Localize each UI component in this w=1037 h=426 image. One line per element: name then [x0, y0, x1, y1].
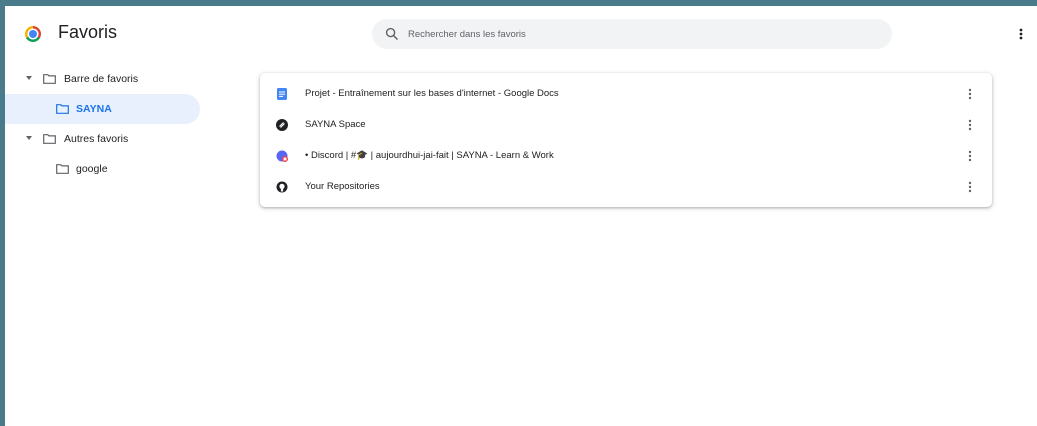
page-title: Favoris — [58, 22, 118, 42]
folder-icon — [56, 164, 69, 174]
more-actions-icon[interactable] — [964, 118, 976, 132]
bookmark-list: Projet - Entraînement sur les bases d'in… — [260, 73, 992, 207]
more-options-icon[interactable] — [1015, 24, 1027, 44]
folder-icon — [56, 104, 69, 114]
bookmark-title: SAYNA Space — [305, 119, 366, 130]
bookmark-row[interactable]: Projet - Entraînement sur les bases d'in… — [260, 79, 992, 109]
bookmark-title: Your Repositories — [305, 181, 380, 192]
folder-tree: Barre de favoris SAYNA Autres favoris go… — [5, 64, 205, 184]
expand-arrow-icon[interactable] — [26, 136, 32, 140]
sidebar-item-label: Autres favoris — [64, 133, 129, 145]
bookmark-title: Projet - Entraînement sur les bases d'in… — [305, 88, 559, 99]
app-header: Favoris — [5, 6, 1037, 62]
search-input[interactable] — [408, 19, 868, 49]
google-docs-icon — [277, 88, 287, 100]
bookmark-row[interactable]: • Discord | #🎓 | aujourdhui-jai-fait | S… — [260, 141, 992, 171]
sidebar-item-autres-favoris[interactable]: Autres favoris — [5, 124, 205, 154]
more-actions-icon[interactable] — [964, 87, 976, 101]
bookmark-title: • Discord | #🎓 | aujourdhui-jai-fait | S… — [305, 150, 554, 161]
sidebar-item-barre-de-favoris[interactable]: Barre de favoris — [5, 64, 205, 94]
folder-icon — [43, 134, 56, 144]
more-actions-icon[interactable] — [964, 180, 976, 194]
bookmark-row[interactable]: SAYNA Space — [260, 110, 992, 140]
github-icon — [276, 181, 288, 193]
search-box[interactable] — [372, 19, 892, 49]
sidebar-item-label: SAYNA — [76, 103, 112, 115]
discord-icon — [276, 150, 288, 162]
sidebar-item-sayna[interactable]: SAYNA — [5, 94, 200, 124]
sidebar-item-label: google — [76, 163, 108, 175]
search-icon — [385, 27, 399, 41]
bookmarks-manager-window: Favoris Barre de favoris SAYNA — [5, 6, 1037, 426]
chrome-logo-icon — [25, 26, 41, 42]
bookmark-row[interactable]: Your Repositories — [260, 172, 992, 202]
expand-arrow-icon[interactable] — [26, 76, 32, 80]
sayna-space-icon — [276, 119, 288, 131]
sidebar-item-google[interactable]: google — [5, 154, 205, 184]
folder-icon — [43, 74, 56, 84]
more-actions-icon[interactable] — [964, 149, 976, 163]
sidebar-item-label: Barre de favoris — [64, 73, 139, 85]
